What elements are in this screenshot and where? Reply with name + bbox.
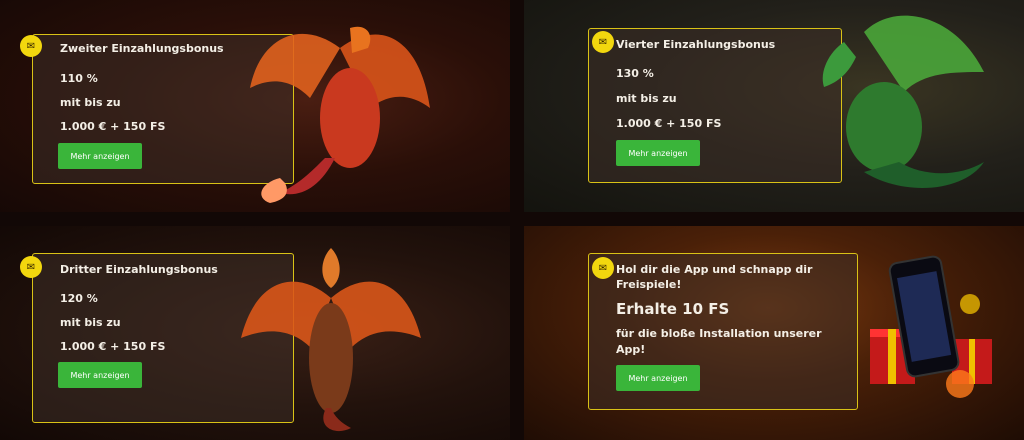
bonus-upto: mit bis zu: [616, 92, 677, 105]
more-button[interactable]: Mehr anzeigen: [58, 143, 142, 169]
bonus-upto: mit bis zu: [60, 316, 121, 329]
bonus-panel-second-deposit: ✉ Zweiter Einzahlungsbonus 110 % mit bis…: [0, 0, 512, 220]
red-dragon-image: [250, 26, 430, 203]
phone-and-gifts-image: [870, 255, 992, 398]
bonus-panel-third-deposit: ✉ Dritter Einzahlungsbonus 120 % mit bis…: [0, 220, 512, 440]
bonus-percent: 110 %: [60, 72, 98, 85]
bonus-amount: 1.000 € + 150 FS: [60, 120, 166, 133]
bonus-subtext: für die bloße Installation unserer App!: [616, 327, 822, 356]
megaphone-icon: ✉: [20, 256, 42, 278]
bonus-percent: 130 %: [616, 67, 654, 80]
panel-divider: [0, 212, 1024, 226]
bonus-title: Hol dir die App und schnapp dir Freispie…: [616, 263, 813, 291]
bonus-amount: 1.000 € + 150 FS: [616, 117, 722, 130]
bonus-title: Vierter Einzahlungsbonus: [616, 38, 776, 51]
bonus-title: Zweiter Einzahlungsbonus: [60, 42, 224, 55]
green-dragon-image: [822, 15, 984, 189]
bonus-upto: mit bis zu: [60, 96, 121, 109]
megaphone-icon: ✉: [20, 35, 42, 57]
bonus-percent: 120 %: [60, 292, 98, 305]
app-bonus-panel: ✉ Hol dir die App und schnapp dir Freisp…: [512, 220, 1024, 440]
more-button[interactable]: Mehr anzeigen: [616, 140, 700, 166]
more-button[interactable]: Mehr anzeigen: [616, 365, 700, 391]
bonus-headline: Erhalte 10 FS: [616, 300, 730, 318]
orange-dragon-image: [241, 248, 421, 432]
bonus-title: Dritter Einzahlungsbonus: [60, 263, 218, 276]
bonus-panel-fourth-deposit: ✉ Vierter Einzahlungsbonus 130 % mit bis…: [512, 0, 1024, 220]
megaphone-icon: ✉: [592, 257, 614, 279]
megaphone-icon: ✉: [592, 31, 614, 53]
more-button[interactable]: Mehr anzeigen: [58, 362, 142, 388]
bonus-amount: 1.000 € + 150 FS: [60, 340, 166, 353]
